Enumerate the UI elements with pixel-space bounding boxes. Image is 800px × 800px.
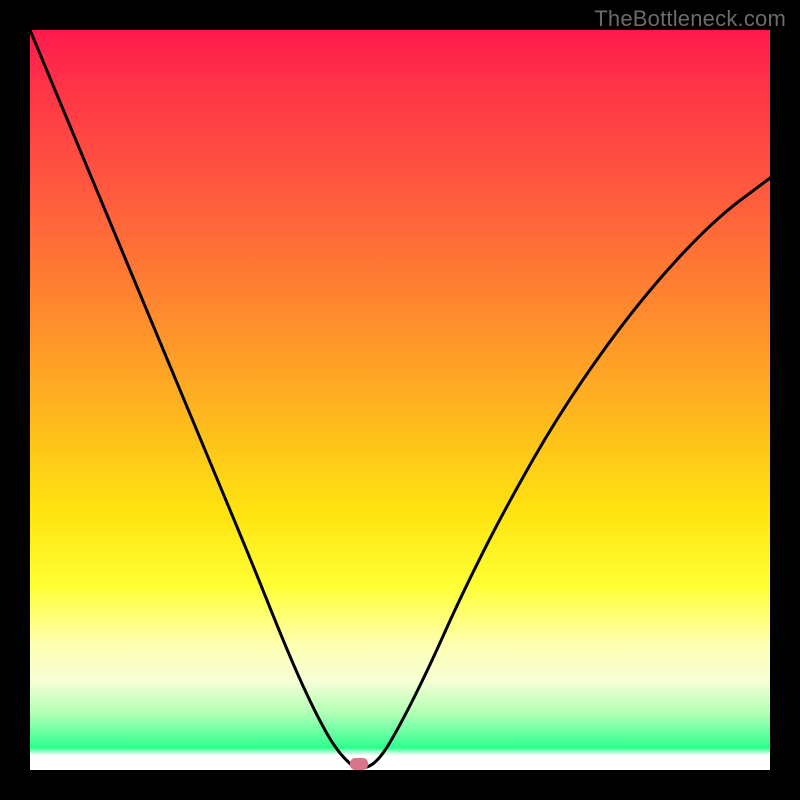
minimum-marker bbox=[350, 758, 368, 770]
bottleneck-curve-path bbox=[30, 30, 770, 769]
chart-curve-svg bbox=[30, 30, 770, 770]
chart-frame bbox=[30, 30, 770, 770]
watermark-text: TheBottleneck.com bbox=[594, 6, 786, 32]
